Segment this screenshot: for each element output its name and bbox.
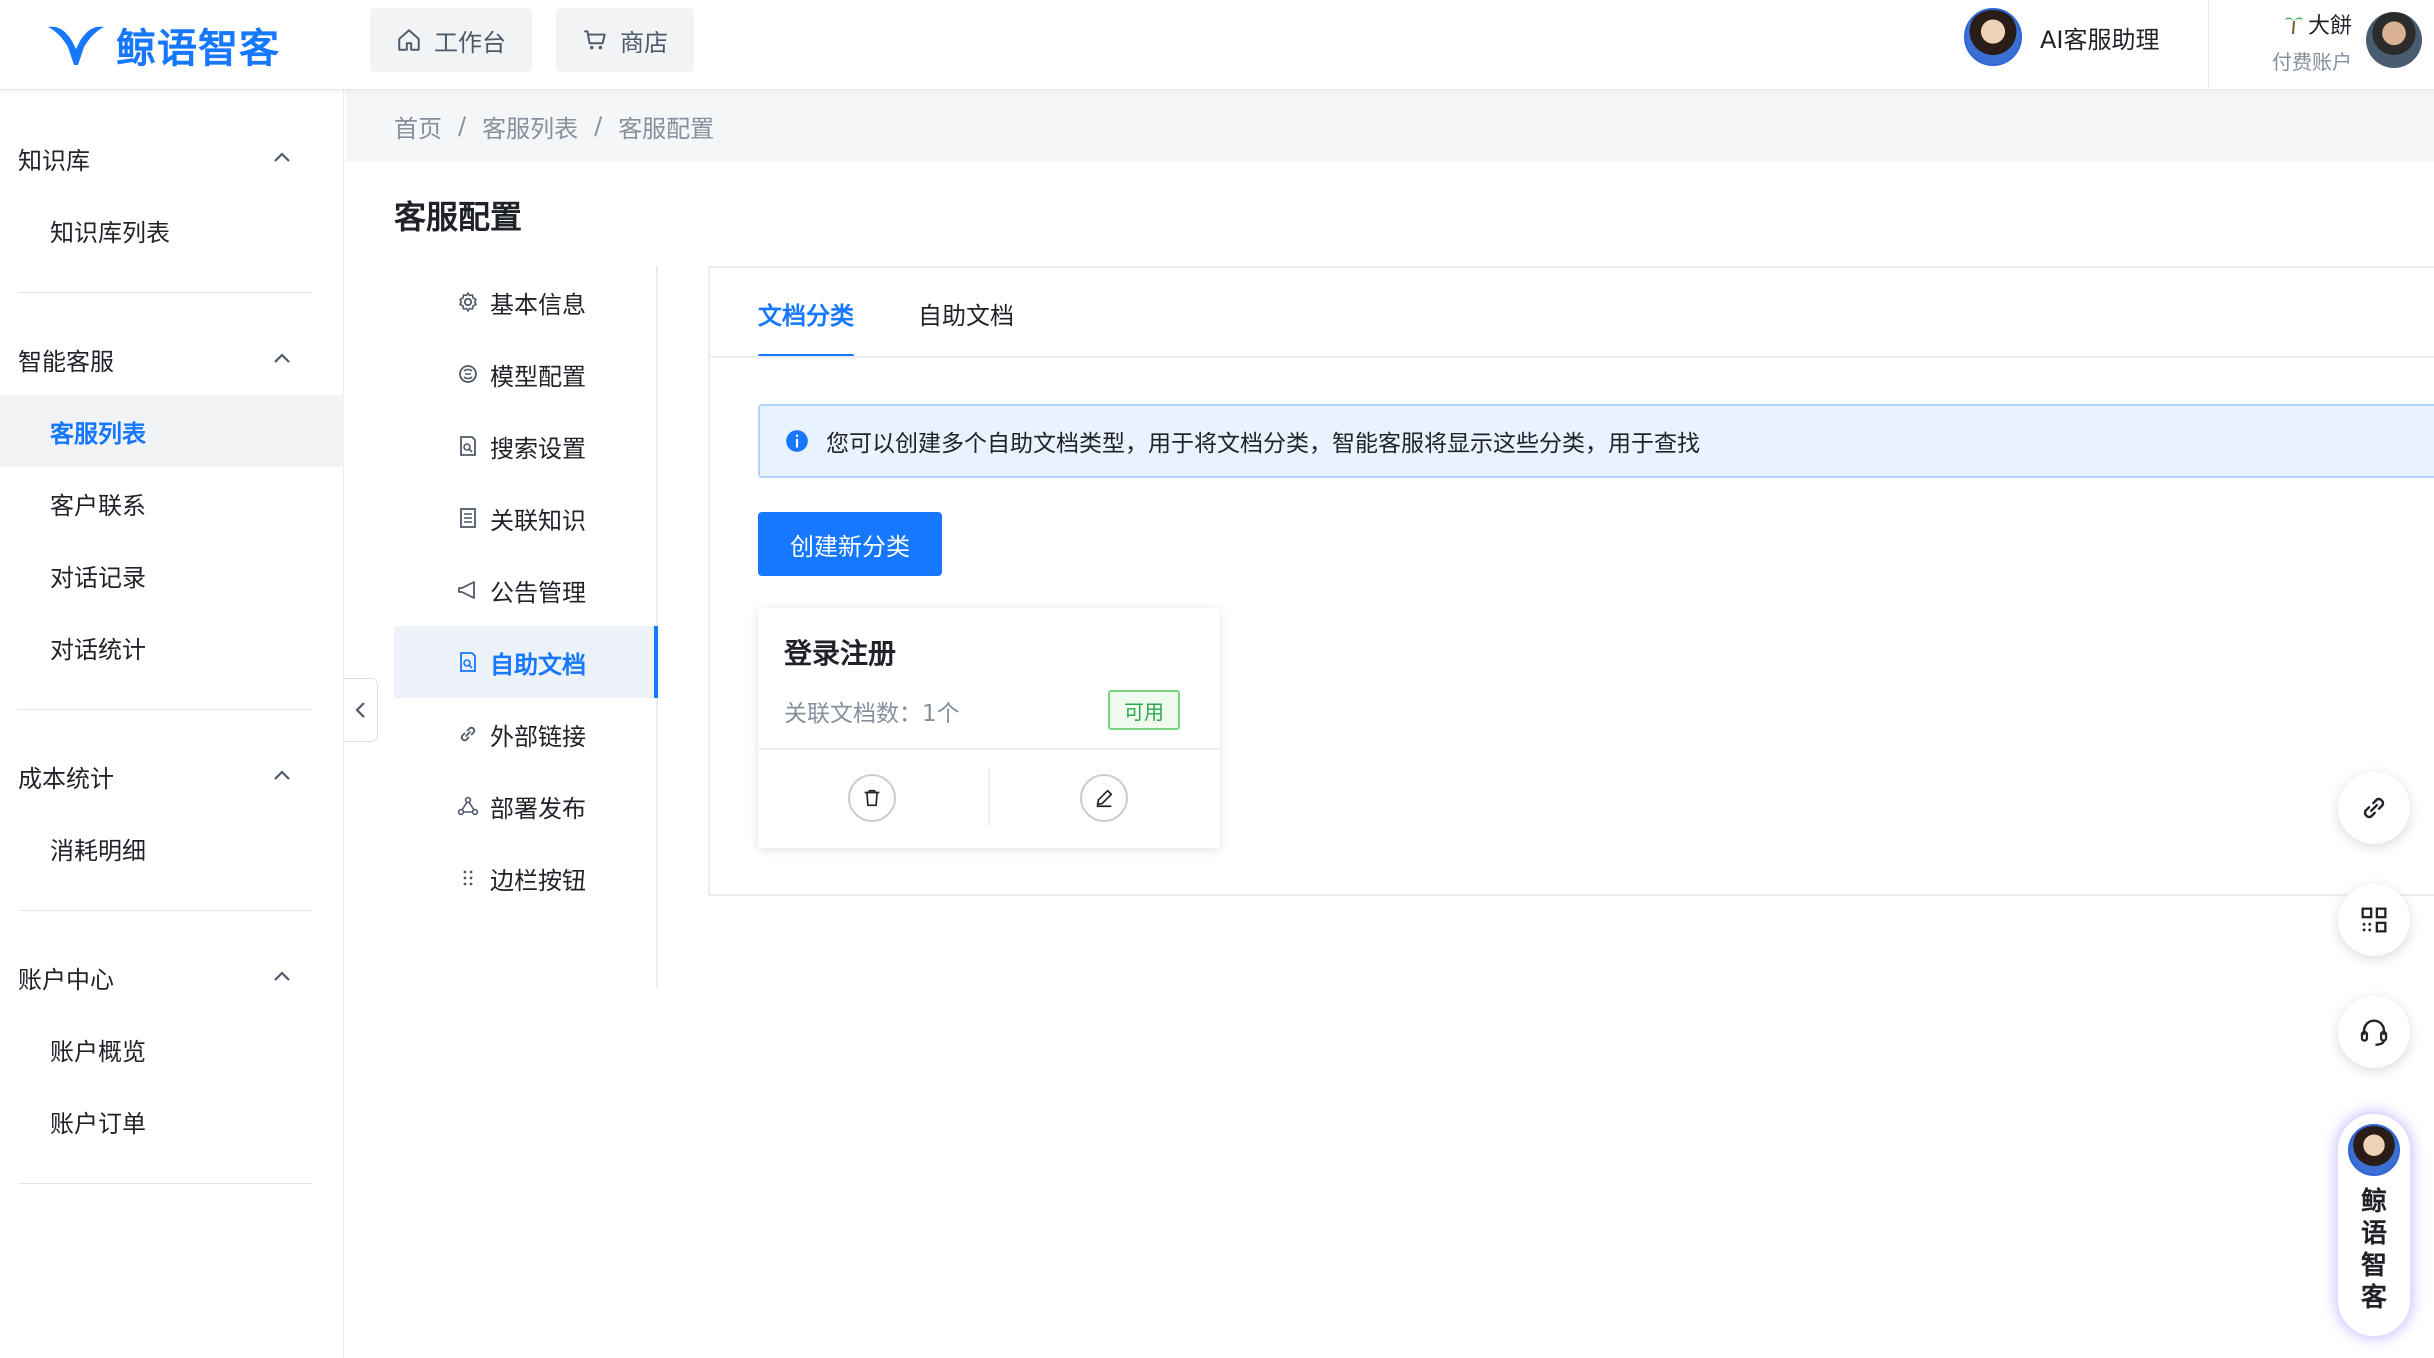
dots-icon bbox=[463, 870, 473, 886]
subnav-external-links[interactable]: 外部链接 bbox=[394, 698, 656, 770]
sidebar-group-title-account[interactable]: 账户中心 bbox=[0, 941, 344, 1013]
book-icon bbox=[460, 508, 476, 528]
qrcode-icon bbox=[2361, 907, 2387, 933]
chevron-left-icon bbox=[354, 702, 365, 718]
config-subnav: 基本信息 模型配置 搜索设置 关联知识 公告管理 自助文档 外部链接 部署发布 … bbox=[394, 266, 658, 988]
tab-self-help-docs[interactable]: 自助文档 bbox=[918, 268, 1014, 358]
sidebar-item-account-overview[interactable]: 账户概览 bbox=[0, 1013, 344, 1085]
category-title: 登录注册 bbox=[784, 637, 897, 670]
tab-doc-categories[interactable]: 文档分类 bbox=[758, 268, 854, 358]
float-qrcode-button[interactable] bbox=[2338, 884, 2410, 956]
sidebar-item-knowledge-list[interactable]: 知识库列表 bbox=[0, 194, 344, 266]
chevron-up-icon bbox=[274, 353, 290, 363]
info-alert-text: 您可以创建多个自助文档类型，用于将文档分类，智能客服将显示这些分类，用于查找 bbox=[826, 431, 1700, 457]
breadcrumb-separator: / bbox=[594, 112, 603, 140]
breadcrumb: 首页 / 客服列表 / 客服配置 bbox=[346, 90, 2434, 162]
sidebar-group-title-knowledge[interactable]: 知识库 bbox=[0, 122, 344, 194]
top-tab-label: 商店 bbox=[620, 28, 668, 57]
model-icon bbox=[459, 365, 477, 383]
top-tab-workbench[interactable]: 工作台 bbox=[370, 8, 532, 72]
home-icon bbox=[398, 29, 420, 51]
delete-category-button[interactable] bbox=[848, 774, 896, 822]
breadcrumb-home[interactable]: 首页 bbox=[394, 109, 442, 144]
brand-avatar bbox=[2348, 1124, 2400, 1176]
sidebar-item-chat-stats[interactable]: 对话统计 bbox=[0, 611, 344, 683]
content-panel: 文档分类 自助文档 您可以创建多个自助文档类型，用于将文档分类，智能客服将显示这… bbox=[708, 266, 2434, 896]
sidebar-groups: 知识库 知识库列表 智能客服 客服列表 客户联系 对话记录 对话统计 成本统计 … bbox=[0, 122, 344, 1214]
subnav-sidebar-buttons[interactable]: 边栏按钮 bbox=[394, 842, 656, 914]
chevron-up-icon bbox=[274, 770, 290, 780]
ai-assistant-button[interactable]: AI客服助理 bbox=[1964, 8, 2160, 66]
user-info[interactable]: 大餅 付费账户 bbox=[2262, 8, 2352, 75]
top-divider bbox=[2208, 0, 2209, 90]
sidebar-item-customer-contact[interactable]: 客户联系 bbox=[0, 467, 344, 539]
subnav-announcements[interactable]: 公告管理 bbox=[394, 554, 656, 626]
subnav-search-settings[interactable]: 搜索设置 bbox=[394, 410, 656, 482]
float-support-button[interactable] bbox=[2338, 996, 2410, 1068]
card-divider bbox=[758, 748, 1220, 750]
sidebar-item-account-orders[interactable]: 账户订单 bbox=[0, 1085, 344, 1157]
status-badge: 可用 bbox=[1108, 690, 1180, 730]
user-plan: 付费账户 bbox=[2272, 50, 2352, 74]
sidebar-group-title-cost[interactable]: 成本统计 bbox=[0, 740, 344, 812]
sidebar-divider bbox=[18, 1183, 312, 1184]
edit-category-button[interactable] bbox=[1080, 774, 1128, 822]
sidebar-item-consumption-detail[interactable]: 消耗明细 bbox=[0, 812, 344, 884]
doc-search-icon bbox=[460, 652, 476, 672]
brand-pill-text: 鲸 语 智 客 bbox=[2360, 1187, 2387, 1313]
sidebar-divider bbox=[18, 910, 312, 911]
chevron-up-icon bbox=[274, 152, 290, 162]
subnav-self-help-docs[interactable]: 自助文档 bbox=[394, 626, 658, 698]
search-doc-icon bbox=[460, 436, 476, 456]
info-alert: 您可以创建多个自助文档类型，用于将文档分类，智能客服将显示这些分类，用于查找 bbox=[758, 404, 2434, 478]
sidebar-divider bbox=[18, 292, 312, 293]
category-card[interactable]: 登录注册 关联文档数：1个 可用 bbox=[758, 608, 1220, 848]
breadcrumb-current: 客服配置 bbox=[618, 114, 715, 143]
assistant-avatar bbox=[1964, 8, 2022, 66]
brand-chat-launcher[interactable]: 鲸 语 智 客 bbox=[2336, 1112, 2412, 1338]
cart-icon bbox=[584, 30, 606, 50]
sidebar-item-chat-records[interactable]: 对话记录 bbox=[0, 539, 344, 611]
deploy-icon bbox=[457, 796, 479, 816]
chevron-up-icon bbox=[274, 971, 290, 981]
category-doc-count: 关联文档数：1个 bbox=[784, 701, 960, 727]
tab-bar: 文档分类 自助文档 bbox=[758, 268, 1014, 358]
sidebar-collapse-button[interactable] bbox=[344, 678, 378, 742]
logo-text: 鲸语智客 bbox=[116, 26, 280, 72]
assistant-label: AI客服助理 bbox=[2040, 25, 2160, 54]
subnav-deploy[interactable]: 部署发布 bbox=[394, 770, 656, 842]
edit-icon bbox=[1096, 789, 1113, 808]
page-title: 客服配置 bbox=[394, 198, 523, 236]
headset-icon bbox=[2360, 1019, 2388, 1046]
logo[interactable]: 鲸语智客 bbox=[46, 16, 280, 74]
subnav-linked-knowledge[interactable]: 关联知识 bbox=[394, 482, 656, 554]
subnav-model-config[interactable]: 模型配置 bbox=[394, 338, 656, 410]
breadcrumb-service-list[interactable]: 客服列表 bbox=[482, 109, 578, 144]
subnav-basic-info[interactable]: 基本信息 bbox=[394, 266, 656, 338]
top-bar: 鲸语智客 工作台 商店 AI客服助理 大餅 付费账户 bbox=[0, 0, 2434, 90]
user-name: 大餅 bbox=[2307, 14, 2352, 39]
whale-tail-icon bbox=[48, 26, 104, 65]
top-tab-label: 工作台 bbox=[434, 28, 506, 57]
breadcrumb-separator: / bbox=[458, 112, 467, 140]
link-icon bbox=[2363, 797, 2385, 819]
sidebar-group-title-service[interactable]: 智能客服 bbox=[0, 323, 344, 395]
megaphone-icon bbox=[458, 581, 475, 599]
sidebar-divider bbox=[18, 709, 312, 710]
top-tab-store[interactable]: 商店 bbox=[556, 8, 694, 72]
info-icon bbox=[786, 430, 808, 452]
sidebar-item-service-list[interactable]: 客服列表 bbox=[0, 395, 344, 467]
card-action-divider bbox=[988, 768, 990, 826]
user-avatar[interactable] bbox=[2366, 12, 2422, 68]
gear-icon bbox=[459, 292, 477, 312]
create-category-button[interactable]: 创建新分类 bbox=[758, 512, 942, 576]
palm-tree-icon bbox=[2284, 17, 2303, 35]
float-link-button[interactable] bbox=[2338, 772, 2410, 844]
link-icon bbox=[460, 726, 476, 742]
trash-icon bbox=[864, 789, 880, 807]
tab-divider bbox=[710, 356, 2434, 358]
